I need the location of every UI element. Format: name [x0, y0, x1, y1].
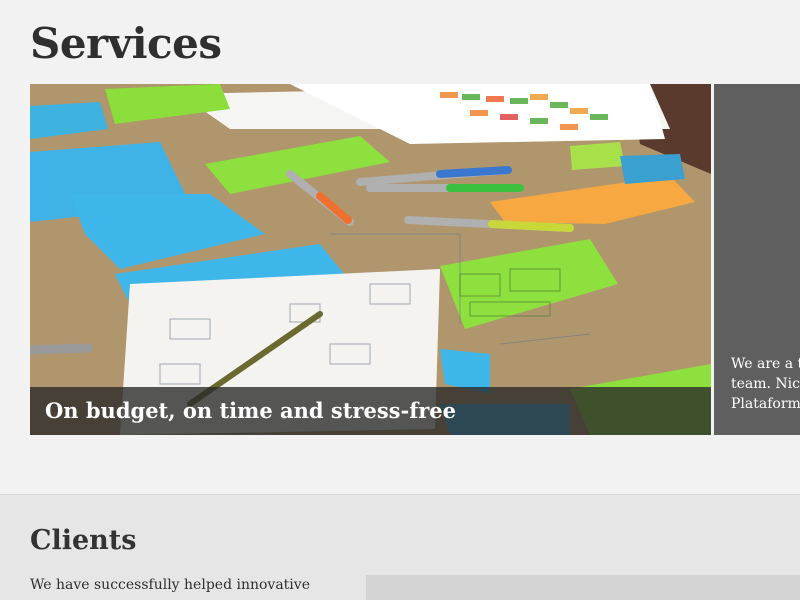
services-heading: Services	[30, 19, 222, 68]
next-slide-line: team. Nice	[731, 376, 800, 392]
clients-section: Clients We have successfully helped inno…	[0, 494, 800, 600]
slide-caption: On budget, on time and stress-free	[45, 398, 457, 423]
clients-heading: Clients	[30, 525, 137, 556]
carousel-next-slide[interactable]: We are a t team. Nice Plataform	[714, 84, 800, 435]
next-slide-line: We are a t	[731, 356, 800, 372]
carousel-slide-photo[interactable]: On budget, on time and stress-free	[30, 84, 711, 435]
next-slide-line: Plataform	[731, 396, 800, 412]
clients-description: We have successfully helped innovative	[30, 577, 310, 593]
workshop-photo-image	[30, 84, 711, 435]
page: Services On budget, on time and stress-f…	[0, 0, 800, 600]
next-slide-text: We are a t team. Nice Plataform	[731, 354, 800, 414]
slide-caption-bar: On budget, on time and stress-free	[30, 387, 711, 435]
services-carousel[interactable]: On budget, on time and stress-free We ar…	[30, 84, 800, 435]
clients-panel	[366, 575, 800, 600]
